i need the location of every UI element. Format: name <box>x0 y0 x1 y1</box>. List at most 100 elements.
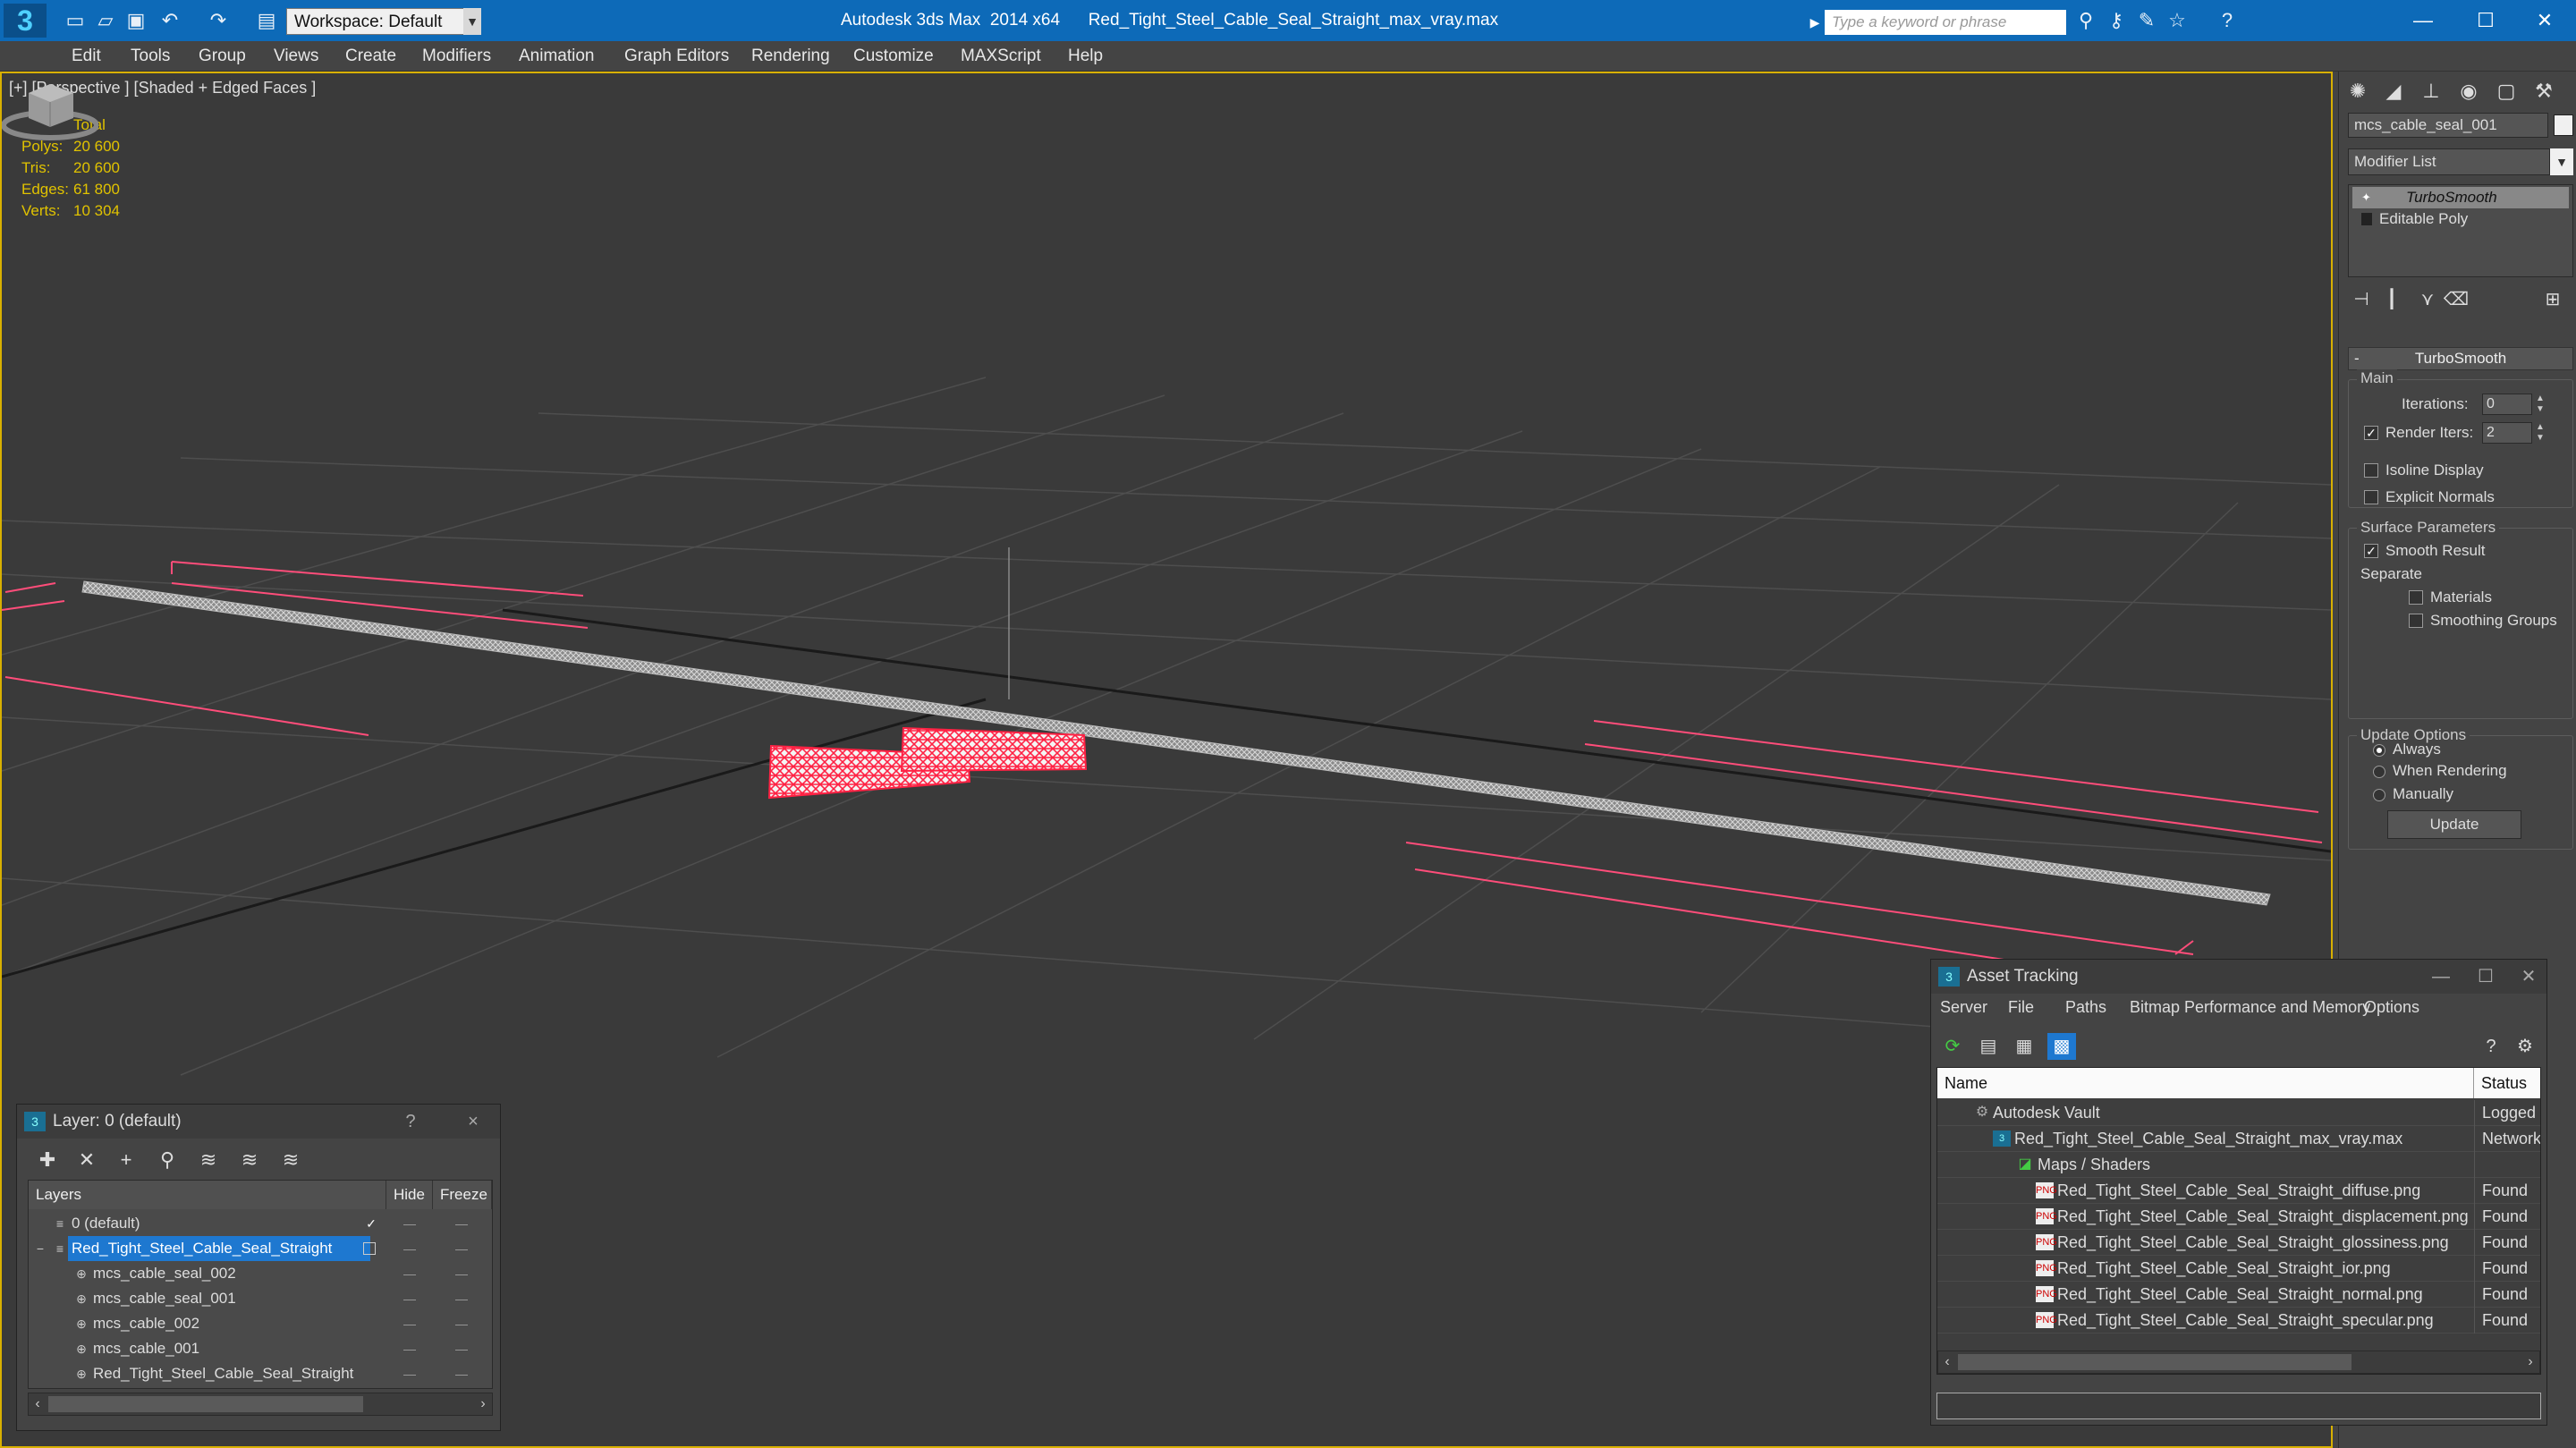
close-icon[interactable]: ✕ <box>2511 960 2546 994</box>
layer-row[interactable]: ⊕ mcs_cable_seal_001 — — <box>29 1286 492 1311</box>
pin-stack-icon[interactable]: ⊣ <box>2348 286 2375 313</box>
minimize-icon[interactable]: — <box>2392 0 2454 41</box>
scroll-left-icon[interactable]: ‹ <box>29 1393 47 1415</box>
object-name-input[interactable]: mcs_cable_seal_001 <box>2348 113 2548 138</box>
search-input[interactable]: Type a keyword or phrase <box>1825 10 2066 35</box>
asset-row[interactable]: PNG Red_Tight_Steel_Cable_Seal_Straight_… <box>1937 1204 2540 1230</box>
create-tab-icon[interactable]: ✺ <box>2341 75 2375 107</box>
iterations-spinner[interactable]: 0 <box>2482 394 2532 415</box>
smooth-result-checkbox[interactable]: ✓ <box>2364 544 2378 558</box>
col-freeze[interactable]: Freeze <box>433 1181 492 1209</box>
col-hide[interactable]: Hide <box>386 1181 433 1209</box>
col-status[interactable]: Status <box>2474 1068 2540 1098</box>
open-file-icon[interactable]: ▱ <box>93 8 118 33</box>
configure-sets-icon[interactable]: ⊞ <box>2539 286 2566 313</box>
freeze-all-icon[interactable]: ≋ <box>275 1146 307 1174</box>
update-button[interactable]: Update <box>2387 810 2521 839</box>
scroll-left-icon[interactable]: ‹ <box>1938 1351 1956 1373</box>
chevron-down-icon[interactable]: ▼ <box>2550 148 2573 175</box>
layer-row[interactable]: ≡ 0 (default) ✓ — — <box>29 1211 492 1236</box>
project-folder-icon[interactable]: ▤ <box>254 8 279 33</box>
scrollbar-thumb[interactable] <box>1958 1354 2351 1370</box>
asset-row[interactable]: PNG Red_Tight_Steel_Cable_Seal_Straight_… <box>1937 1178 2540 1204</box>
spinner-arrows-icon[interactable]: ▲ ▼ <box>2534 394 2546 415</box>
grid-view-icon[interactable]: ▩ <box>2047 1033 2076 1060</box>
layer-dialog-titlebar[interactable]: 3 Layer: 0 (default) ? × <box>17 1105 500 1139</box>
scroll-right-icon[interactable]: › <box>474 1393 492 1415</box>
asset-path-field[interactable] <box>1936 1393 2541 1419</box>
list-view-icon[interactable]: ▤ <box>1974 1033 2003 1060</box>
layer-row[interactable]: ⊕ mcs_cable_001 — — <box>29 1336 492 1361</box>
minimize-icon[interactable]: — <box>2423 960 2459 994</box>
delete-layer-icon[interactable]: ✕ <box>71 1146 103 1174</box>
motion-tab-icon[interactable]: ◉ <box>2452 75 2486 107</box>
isoline-display-checkbox[interactable] <box>2364 463 2378 478</box>
layer-row[interactable]: ⊕ Red_Tight_Steel_Cable_Seal_Straight — … <box>29 1361 492 1386</box>
hide-toggle[interactable]: — <box>397 1211 422 1236</box>
layer-row[interactable]: ⊕ mcs_cable_seal_002 — — <box>29 1261 492 1286</box>
redo-icon[interactable]: ↷ <box>206 8 231 33</box>
asset-row[interactable]: PNG Red_Tight_Steel_Cable_Seal_Straight_… <box>1937 1308 2540 1334</box>
help-icon[interactable]: ? <box>2215 8 2240 33</box>
smoothing-groups-checkbox[interactable] <box>2409 614 2423 628</box>
close-icon[interactable]: × <box>455 1105 491 1139</box>
make-unique-icon[interactable]: ⋎ <box>2414 286 2441 313</box>
render-iters-checkbox[interactable]: ✓ <box>2364 426 2378 440</box>
active-layer-check-icon[interactable]: ✓ <box>363 1215 379 1232</box>
viewcube-icon[interactable] <box>2 73 98 145</box>
settings-icon[interactable]: ⚙ <box>2511 1033 2539 1060</box>
modifier-list-dropdown[interactable]: Modifier List <box>2348 148 2550 175</box>
layer-horizontal-scrollbar[interactable]: ‹ › <box>28 1393 493 1416</box>
binoculars-icon[interactable]: ⚲ <box>2073 8 2098 33</box>
stack-item-turbosmooth[interactable]: TurboSmooth <box>2352 187 2569 208</box>
hide-toggle[interactable]: — <box>397 1336 422 1361</box>
menu-maxscript[interactable]: MAXScript <box>961 41 1041 72</box>
asset-menu-paths[interactable]: Paths <box>2065 994 2106 1020</box>
add-to-layer-icon[interactable]: + <box>110 1146 142 1174</box>
hide-toggle[interactable]: — <box>397 1261 422 1286</box>
asset-row[interactable]: 3 Red_Tight_Steel_Cable_Seal_Straight_ma… <box>1937 1126 2540 1152</box>
app-logo-icon[interactable]: 3 <box>4 4 47 38</box>
scroll-right-icon[interactable]: › <box>2521 1351 2539 1373</box>
show-end-result-icon[interactable]: ┃ <box>2378 286 2405 313</box>
freeze-toggle[interactable]: — <box>449 1361 474 1386</box>
chevron-down-icon[interactable]: ▼ <box>463 8 481 35</box>
scrollbar-thumb[interactable] <box>48 1396 363 1412</box>
asset-menu-options[interactable]: Options <box>2364 994 2419 1020</box>
stack-item-editable-poly[interactable]: Editable Poly <box>2352 208 2569 230</box>
update-when-rendering-radio[interactable] <box>2373 766 2385 778</box>
object-color-swatch[interactable] <box>2554 114 2573 136</box>
menu-create[interactable]: Create <box>345 41 396 72</box>
hierarchy-tab-icon[interactable]: ⊥ <box>2414 75 2448 107</box>
asset-row[interactable]: ⚙ Autodesk Vault Logged O <box>1937 1100 2540 1126</box>
collapse-minus-icon[interactable]: - <box>2354 348 2360 369</box>
menu-customize[interactable]: Customize <box>853 41 934 72</box>
communication-icon[interactable]: ✎ <box>2134 8 2159 33</box>
asset-row[interactable]: PNG Red_Tight_Steel_Cable_Seal_Straight_… <box>1937 1256 2540 1282</box>
refresh-icon[interactable]: ⟳ <box>1938 1033 1967 1060</box>
layer-row[interactable]: − ≡ Red_Tight_Steel_Cable_Seal_Straight … <box>29 1236 492 1261</box>
new-file-icon[interactable]: ▭ <box>63 8 88 33</box>
freeze-toggle[interactable]: — <box>449 1236 474 1261</box>
render-iters-spinner[interactable]: 2 <box>2482 422 2532 444</box>
menu-views[interactable]: Views <box>274 41 318 72</box>
spinner-arrows-icon[interactable]: ▲ ▼ <box>2534 422 2546 444</box>
menu-animation[interactable]: Animation <box>519 41 595 72</box>
menu-graph-editors[interactable]: Graph Editors <box>624 41 729 72</box>
asset-horizontal-scrollbar[interactable]: ‹ › <box>1937 1351 2540 1374</box>
close-icon[interactable]: ✕ <box>2513 0 2576 41</box>
col-layers[interactable]: Layers <box>29 1181 386 1209</box>
layer-row[interactable]: ⊕ mcs_cable_002 — — <box>29 1311 492 1336</box>
asset-menu-bitmap[interactable]: Bitmap Performance and Memory <box>2130 994 2370 1020</box>
menu-group[interactable]: Group <box>199 41 246 72</box>
materials-checkbox[interactable] <box>2409 590 2423 605</box>
select-objects-icon[interactable]: ⚲ <box>151 1146 183 1174</box>
asset-row[interactable]: PNG Red_Tight_Steel_Cable_Seal_Straight_… <box>1937 1230 2540 1256</box>
turbosmooth-rollout-header[interactable]: - TurboSmooth <box>2348 347 2573 370</box>
create-layer-icon[interactable]: ✚ <box>31 1146 64 1174</box>
search-expand-icon[interactable]: ▶ <box>1807 10 1823 35</box>
menu-tools[interactable]: Tools <box>131 41 170 72</box>
help-icon[interactable]: ? <box>393 1105 428 1139</box>
hide-toggle[interactable]: — <box>397 1311 422 1336</box>
freeze-toggle[interactable]: — <box>449 1261 474 1286</box>
